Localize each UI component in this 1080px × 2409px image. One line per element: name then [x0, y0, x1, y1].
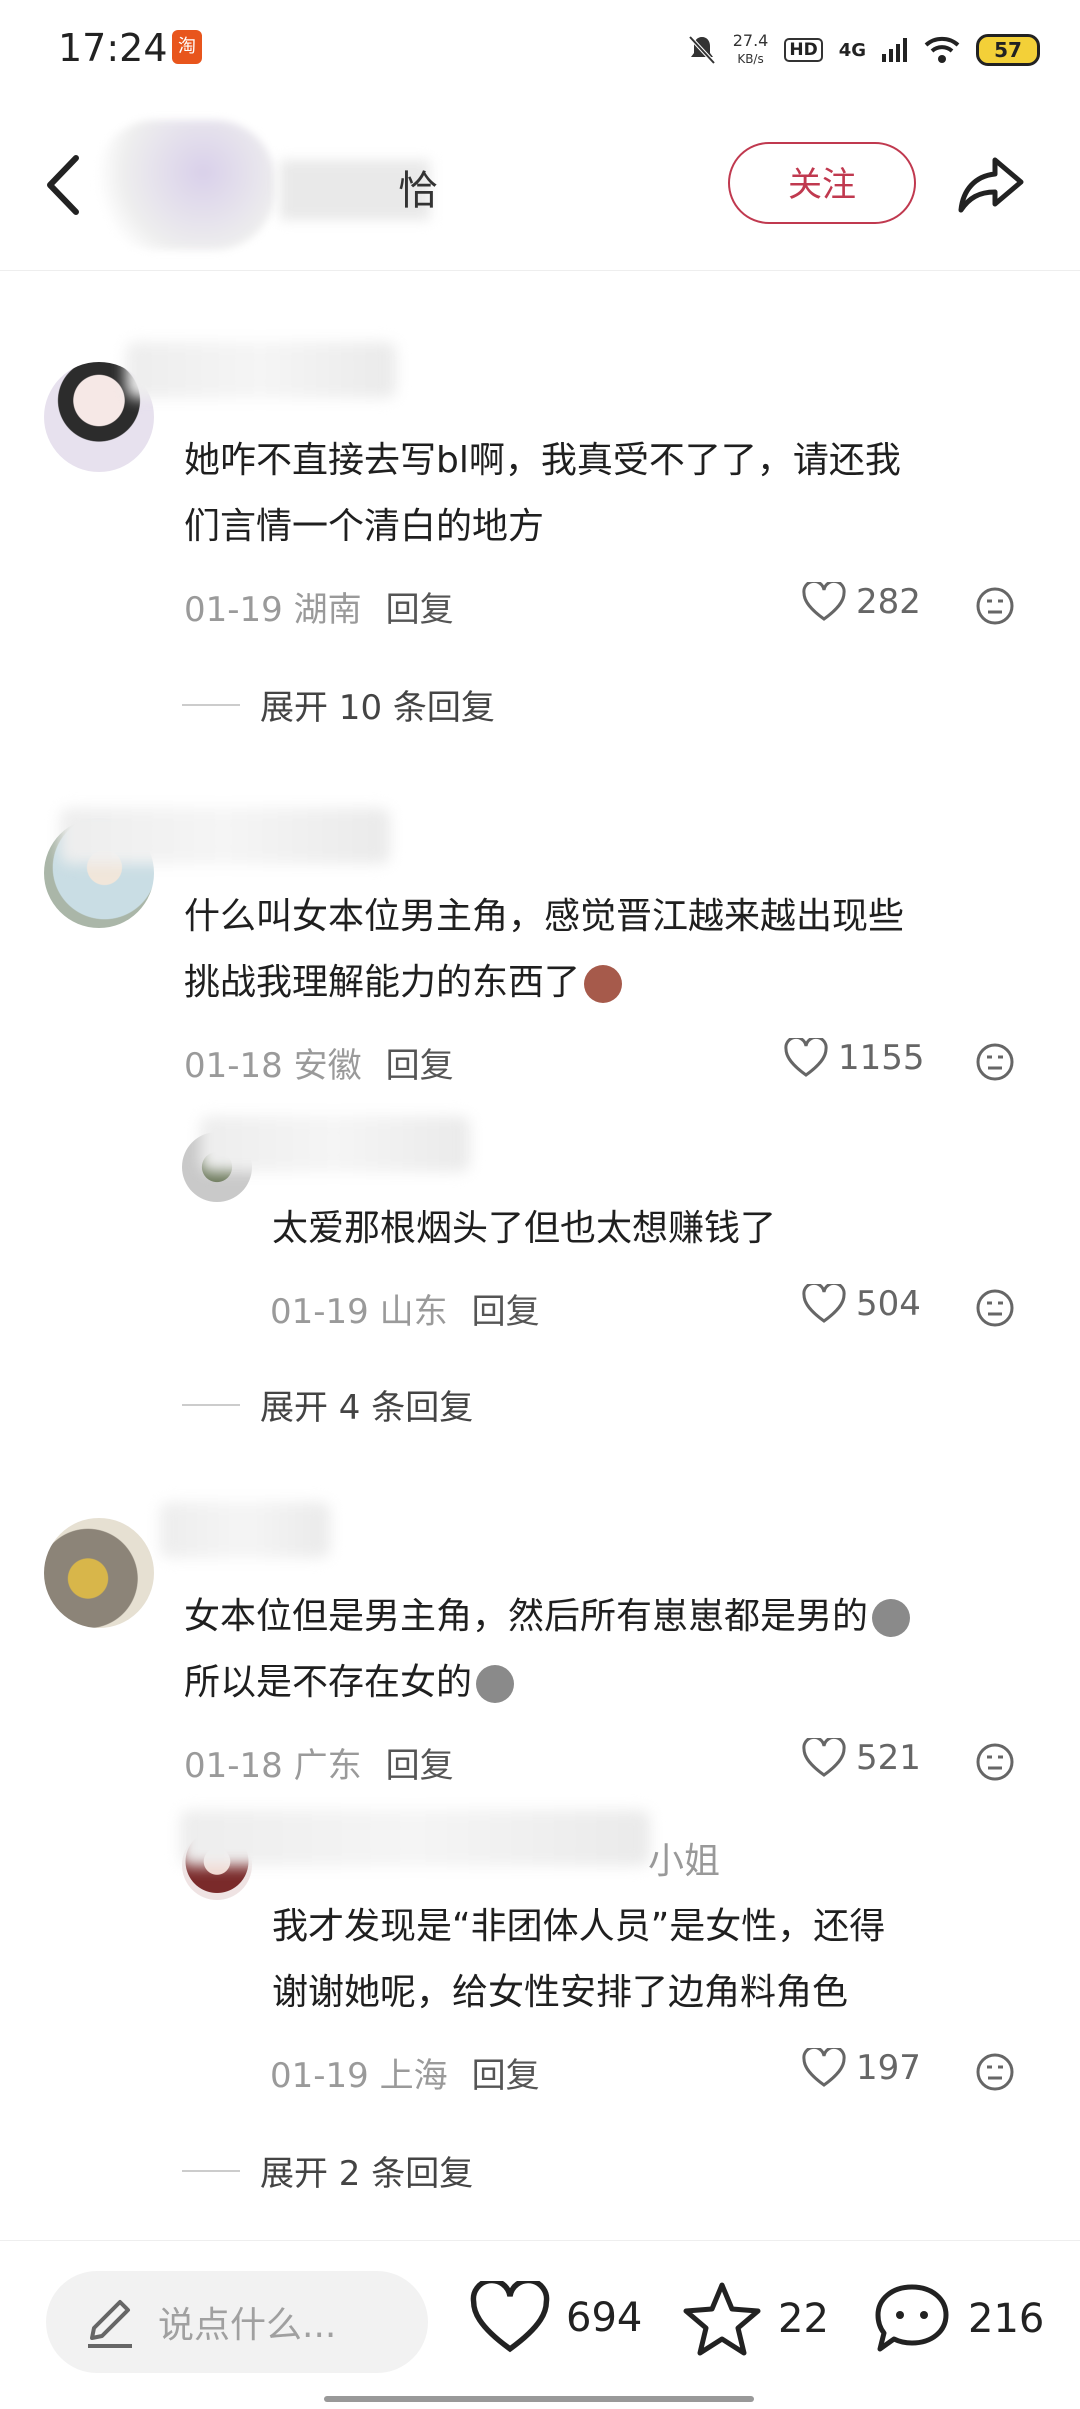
battery-indicator: 57 — [976, 34, 1040, 66]
comment-input-placeholder: 说点什么... — [158, 2305, 337, 2346]
taobao-app-icon: 淘 — [172, 30, 202, 64]
dislike-face-icon[interactable] — [975, 1042, 1015, 1082]
post-header: 恰 关注 — [0, 120, 1080, 271]
mute-bell-icon — [688, 35, 716, 65]
comment-meta: 01-19 湖南 回复 — [184, 590, 454, 630]
heart-icon — [802, 2048, 846, 2087]
follow-button[interactable]: 关注 — [728, 142, 916, 224]
reply-button[interactable]: 回复 — [472, 1292, 540, 1332]
author-avatar[interactable] — [95, 120, 275, 250]
reply-meta: 01-19 上海 回复 — [270, 2056, 540, 2096]
heart-icon — [470, 2281, 550, 2353]
post-like-button[interactable]: 694 — [470, 2281, 642, 2355]
net-speed: 27.4 KB/s — [732, 31, 769, 67]
cellular-signal: 4G — [838, 39, 866, 61]
comment-text: 什么叫女本位男主角，感觉晋江越来越出现些 挑战我理解能力的东西了 — [184, 896, 905, 1003]
pen-icon — [88, 2300, 132, 2348]
comments-button[interactable]: 216 — [872, 2281, 1044, 2357]
signal-bars-icon — [882, 38, 907, 62]
expand-replies-button[interactable]: 展开 2 条回复 — [182, 2146, 473, 2195]
like-button[interactable]: 1155 — [784, 1038, 925, 1078]
heart-icon — [802, 582, 846, 621]
username-blurred[interactable] — [126, 342, 396, 398]
heart-icon — [802, 1738, 846, 1777]
comment-input[interactable]: 说点什么... — [46, 2271, 428, 2373]
reply-username-tail[interactable]: 小姐 — [648, 1832, 720, 1884]
reply-button[interactable]: 回复 — [386, 590, 454, 630]
comment-meta: 01-18 广东 回复 — [184, 1746, 454, 1786]
like-button[interactable]: 521 — [802, 1738, 921, 1778]
expand-replies-button[interactable]: 展开 4 条回复 — [182, 1380, 473, 1429]
reply-text: 太爱那根烟头了但也太想赚钱了 — [272, 1208, 777, 1249]
bottom-action-bar: 说点什么... 694 22 216 — [0, 2240, 1080, 2409]
username-blurred[interactable] — [60, 808, 390, 864]
status-bar: 17:24 淘 27.4 KB/s HD 4G 57 — [0, 0, 1080, 100]
username-blurred[interactable] — [160, 1502, 330, 1558]
dislike-face-icon[interactable] — [975, 1288, 1015, 1328]
like-button[interactable]: 282 — [802, 582, 921, 622]
wifi-icon — [924, 36, 960, 63]
share-icon[interactable] — [955, 148, 1027, 220]
home-indicator[interactable] — [324, 2396, 754, 2402]
favorite-button[interactable]: 22 — [682, 2281, 829, 2357]
like-button[interactable]: 504 — [802, 1284, 921, 1324]
username-blurred[interactable] — [180, 1810, 650, 1866]
emoji-icon — [476, 1665, 515, 1703]
emoji-icon — [584, 965, 623, 1003]
dislike-face-icon[interactable] — [975, 586, 1015, 626]
heart-icon — [802, 1284, 846, 1323]
expand-replies-button[interactable]: 展开 10 条回复 — [182, 680, 495, 729]
emoji-icon — [872, 1599, 911, 1637]
heart-icon — [784, 1038, 828, 1077]
like-button[interactable]: 197 — [802, 2048, 921, 2088]
comment-meta: 01-18 安徽 回复 — [184, 1046, 454, 1086]
dislike-face-icon[interactable] — [975, 1742, 1015, 1782]
comment-text: 她咋不直接去写bl啊，我真受不了了，请还我 们言情一个清白的地方 — [184, 440, 901, 547]
reply-button[interactable]: 回复 — [386, 1746, 454, 1786]
reply-text: 我才发现是“非团体人员”是女性，还得 谢谢她呢，给女性安排了边角料角色 — [272, 1906, 886, 2013]
status-time: 17:24 — [58, 26, 168, 70]
star-icon — [683, 2282, 761, 2356]
reply-button[interactable]: 回复 — [386, 1046, 454, 1086]
reply-button[interactable]: 回复 — [472, 2056, 540, 2096]
author-name-tail[interactable]: 恰 — [398, 158, 438, 216]
reply-meta: 01-19 山东 回复 — [270, 1292, 540, 1332]
status-icons: 27.4 KB/s HD 4G 57 — [687, 28, 1040, 72]
hd-badge: HD — [784, 38, 823, 62]
back-arrow-icon[interactable] — [40, 150, 90, 220]
chat-bubble-icon — [875, 2284, 949, 2352]
username-blurred[interactable] — [200, 1116, 470, 1172]
dislike-face-icon[interactable] — [975, 2052, 1015, 2092]
avatar[interactable] — [44, 1518, 154, 1628]
comment-text: 女本位但是男主角，然后所有崽崽都是男的 所以是不存在女的 — [184, 1584, 911, 1716]
